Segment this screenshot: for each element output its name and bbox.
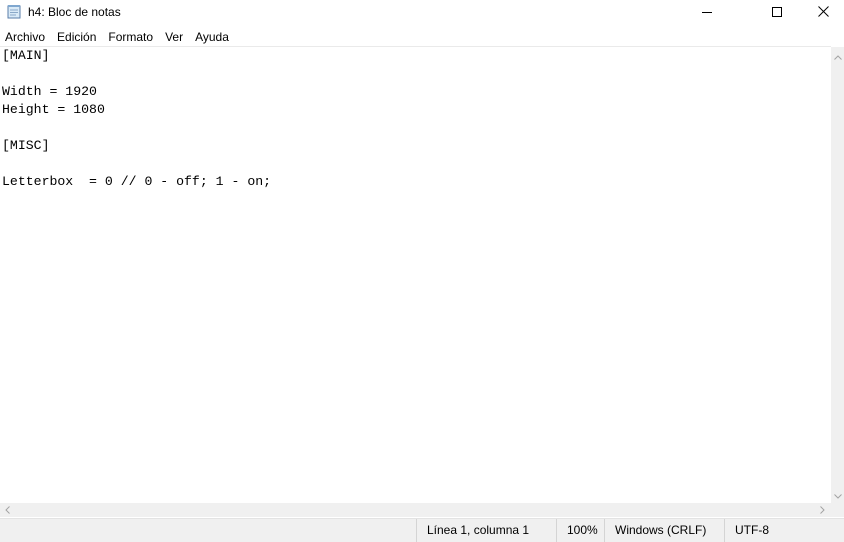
scroll-up-button[interactable] (831, 49, 844, 62)
status-line-ending: Windows (CRLF) (604, 519, 725, 542)
status-bar: Línea 1, columna 1 100% Windows (CRLF) U… (0, 518, 844, 542)
vertical-scrollbar[interactable] (831, 47, 844, 503)
scrollbar-corner (831, 503, 844, 517)
editor-line: [MISC] (2, 138, 50, 153)
menu-archivo[interactable]: Archivo (0, 30, 52, 44)
scroll-left-button[interactable] (0, 503, 14, 517)
maximize-icon (772, 4, 782, 22)
chevron-up-icon (833, 47, 842, 65)
scroll-right-button[interactable] (815, 503, 829, 517)
menu-bar: Archivo Edición Formato Ver Ayuda (0, 27, 844, 46)
title-bar[interactable]: h4: Bloc de notas (0, 0, 844, 25)
notepad-icon (7, 4, 21, 19)
close-icon (817, 4, 829, 22)
close-button[interactable] (800, 0, 844, 25)
editor-line: Width = 1920 (2, 84, 97, 99)
maximize-button[interactable] (754, 0, 800, 25)
menu-edicion[interactable]: Edición (52, 30, 103, 44)
status-zoom: 100% (556, 519, 605, 542)
status-encoding: UTF-8 (724, 519, 844, 542)
scroll-down-button[interactable] (831, 488, 844, 501)
horizontal-scrollbar[interactable] (0, 503, 831, 517)
chevron-down-icon (833, 486, 842, 504)
status-zoom-text: 100% (567, 523, 598, 537)
menu-formato[interactable]: Formato (103, 30, 160, 44)
minimize-button[interactable] (684, 0, 730, 25)
status-line-ending-text: Windows (CRLF) (615, 523, 707, 537)
menu-ayuda[interactable]: Ayuda (190, 30, 236, 44)
editor-line: Height = 1080 (2, 102, 105, 117)
editor-content[interactable]: [MAIN] Width = 1920 Height = 1080 [MISC] Let… (0, 47, 831, 191)
text-editor[interactable]: [MAIN] Width = 1920 Height = 1080 [MISC] Let… (0, 46, 831, 504)
status-encoding-text: UTF-8 (735, 523, 769, 537)
minimize-icon (702, 4, 712, 22)
menu-ver[interactable]: Ver (160, 30, 190, 44)
status-cursor-position: Línea 1, columna 1 (416, 519, 557, 542)
chevron-left-icon (4, 501, 10, 519)
editor-line: [MAIN] (2, 48, 50, 63)
chevron-right-icon (819, 501, 825, 519)
editor-line: Letterbox = 0 // 0 - off; 1 - on; (2, 174, 272, 189)
window-title: h4: Bloc de notas (28, 5, 121, 19)
status-position-text: Línea 1, columna 1 (427, 523, 530, 537)
